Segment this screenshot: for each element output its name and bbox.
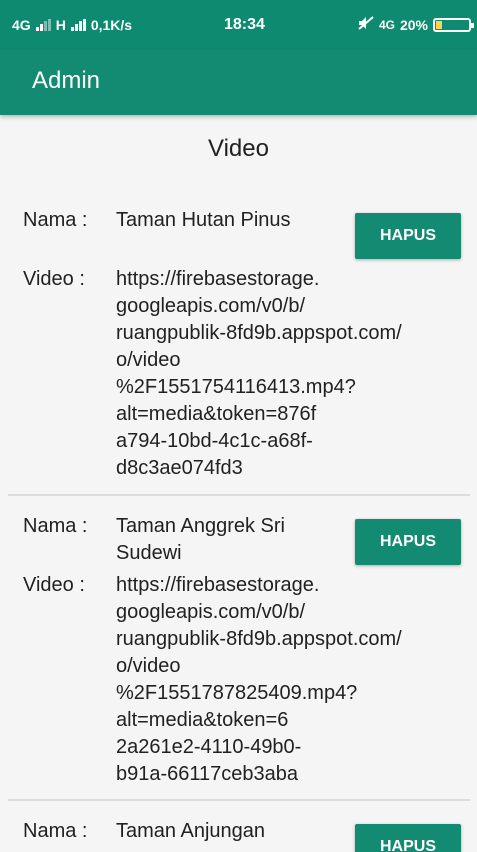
- video-label: Video :: [23, 574, 85, 596]
- nama-value: Taman Anggrek Sri Sudewi: [116, 515, 285, 564]
- hapus-button[interactable]: HAPUS: [355, 824, 461, 852]
- signal-icon-2: [70, 19, 86, 31]
- mute-icon: [358, 16, 374, 33]
- divider: [8, 494, 470, 496]
- signal-icon: [35, 19, 51, 31]
- video-url-line: %2F1551787825409.mp4?: [116, 682, 358, 704]
- network-type-right: 4G: [378, 17, 395, 32]
- divider: [8, 799, 470, 801]
- status-bar: 4G H 0,1K/s 18:34 4G 20%: [0, 0, 477, 50]
- clock: 18:34: [224, 16, 265, 33]
- video-url-line: googleapis.com/v0/b/: [116, 295, 306, 317]
- video-url-line: https://firebasestorage.: [116, 574, 320, 596]
- nama-value: Taman Anjungan: [116, 820, 266, 842]
- app-bar: Admin: [0, 50, 477, 115]
- video-url-line: o/video: [116, 655, 181, 677]
- video-url-line: d8c3ae074fd3: [116, 457, 243, 479]
- video-url-line: alt=media&token=876f: [116, 403, 317, 425]
- video-url-line: a794-10bd-4c1c-a68f-: [116, 430, 313, 452]
- video-url-line: googleapis.com/v0/b/: [116, 601, 306, 623]
- video-url-line: https://firebasestorage.: [116, 268, 320, 290]
- nama-value: Taman Hutan Pinus: [116, 209, 291, 231]
- page-title: Video: [208, 135, 269, 162]
- video-url: https://firebasestorage. googleapis.com/…: [116, 572, 456, 788]
- nama-label: Nama :: [23, 515, 88, 537]
- video-url: https://firebasestorage. googleapis.com/…: [116, 266, 456, 482]
- video-url-line: ruangpublik-8fd9b.appspot.com/: [116, 628, 402, 650]
- network-type-left: 4G: [12, 17, 31, 33]
- nama-label: Nama :: [23, 820, 88, 842]
- video-url-line: 2a261e2-4110-49b0-: [116, 736, 302, 758]
- battery-percent: 20%: [399, 16, 428, 33]
- app-title: Admin: [32, 67, 101, 94]
- video-url-line: alt=media&token=6: [116, 709, 289, 731]
- video-url-line: %2F1551754116413.mp4?: [116, 376, 356, 398]
- network-speed: 0,1K/s: [90, 17, 133, 33]
- video-url-line: ruangpublik-8fd9b.appspot.com/: [116, 322, 402, 344]
- nama-label: Nama :: [23, 209, 88, 231]
- hapus-button[interactable]: HAPUS: [355, 213, 461, 259]
- battery-icon: [433, 17, 474, 32]
- video-url-line: o/video: [116, 349, 181, 371]
- video-list[interactable]: Video Nama : Taman Hutan Pinus HAPUS Vid…: [0, 115, 477, 852]
- network-type-mid: H: [55, 17, 66, 33]
- video-url-line: b91a-66117ceb3aba: [116, 763, 299, 785]
- video-label: Video :: [23, 268, 85, 290]
- hapus-button[interactable]: HAPUS: [355, 519, 461, 565]
